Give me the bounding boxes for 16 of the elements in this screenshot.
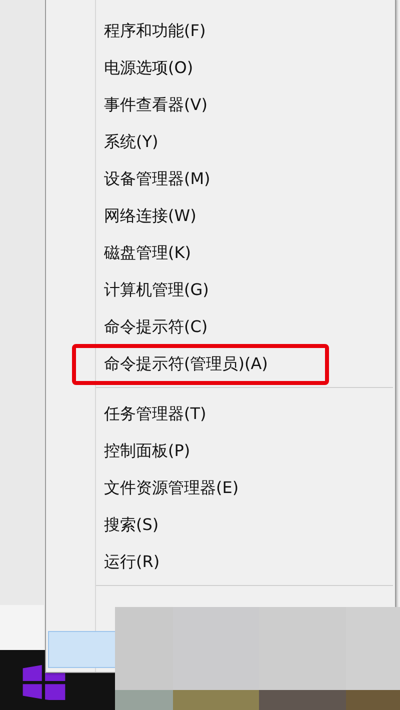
menu-item[interactable]: 设备管理器(M) <box>104 169 210 190</box>
menu-item[interactable]: 磁盘管理(K) <box>104 243 191 264</box>
menu-item[interactable]: 命令提示符(C) <box>104 317 208 338</box>
menu-item[interactable]: 控制面板(P) <box>104 441 190 462</box>
windows-logo-icon[interactable] <box>22 664 66 700</box>
menu-item[interactable]: 文件资源管理器(E) <box>104 478 239 499</box>
menu-item[interactable]: 任务管理器(T) <box>104 404 206 425</box>
menu-item[interactable]: 网络连接(W) <box>104 206 196 227</box>
menu-item[interactable]: 事件查看器(V) <box>104 95 208 116</box>
menu-item[interactable]: 电源选项(O) <box>104 58 194 79</box>
menu-item[interactable]: 计算机管理(G) <box>104 280 209 301</box>
menu-item[interactable]: 系统(Y) <box>104 132 158 153</box>
menu-item[interactable]: 命令提示符(管理员)(A) <box>72 344 329 385</box>
menu-item[interactable]: 程序和功能(F) <box>104 21 206 42</box>
menu-item[interactable]: 搜索(S) <box>104 515 159 536</box>
menu-item[interactable]: 运行(R) <box>104 552 160 573</box>
